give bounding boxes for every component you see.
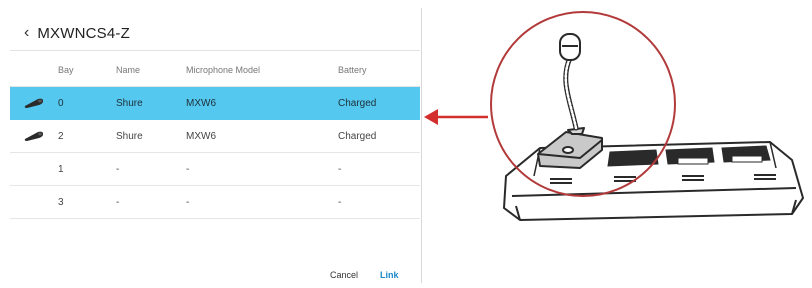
cell-model: - — [186, 163, 190, 175]
column-header-battery: Battery — [338, 65, 367, 75]
cell-name: - — [116, 196, 120, 208]
cell-bay: 1 — [58, 163, 64, 175]
dialog-actions: Cancel Link — [330, 270, 399, 280]
column-header-model: Microphone Model — [186, 65, 261, 75]
cell-bay: 2 — [58, 130, 64, 142]
cancel-button[interactable]: Cancel — [330, 270, 358, 280]
dialog-header: ‹ MXWNCS4-Z — [24, 22, 130, 44]
cell-name: Shure — [116, 97, 143, 109]
table-row[interactable]: 2 Shure MXW6 Charged — [10, 120, 420, 153]
red-arrow-icon — [424, 109, 488, 125]
microphone-icon — [24, 98, 43, 108]
cell-bay: 0 — [58, 97, 64, 109]
cell-battery: Charged — [338, 97, 377, 109]
column-header-name: Name — [116, 65, 141, 75]
cell-model: - — [186, 196, 190, 208]
bay-table: Bay Name Microphone Model Battery 0 Shur… — [10, 54, 420, 219]
cell-model: MXW6 — [186, 130, 216, 142]
charging-station-with-gooseneck-mic-icon — [424, 11, 804, 221]
illustration — [420, 0, 812, 283]
table-row[interactable]: 1 - - - — [10, 153, 420, 186]
cell-battery: - — [338, 163, 342, 175]
cell-bay: 3 — [58, 196, 64, 208]
page-title: MXWNCS4-Z — [37, 24, 130, 42]
device-link-dialog: ‹ MXWNCS4-Z Bay Name Microphone Model Ba… — [0, 0, 420, 283]
column-header-bay: Bay — [58, 65, 74, 75]
table-row[interactable]: 0 Shure MXW6 Charged — [10, 87, 420, 120]
link-button[interactable]: Link — [380, 270, 399, 280]
cell-battery: Charged — [338, 130, 377, 142]
cell-model: MXW6 — [186, 97, 216, 109]
chevron-left-icon[interactable]: ‹ — [24, 25, 29, 41]
table-header: Bay Name Microphone Model Battery — [10, 54, 420, 87]
microphone-capsule-icon — [559, 33, 581, 61]
cell-name: - — [116, 163, 120, 175]
header-divider — [10, 50, 420, 51]
cell-name: Shure — [116, 130, 143, 142]
table-row[interactable]: 3 - - - — [10, 186, 420, 219]
microphone-icon — [24, 131, 43, 141]
cell-battery: - — [338, 196, 342, 208]
